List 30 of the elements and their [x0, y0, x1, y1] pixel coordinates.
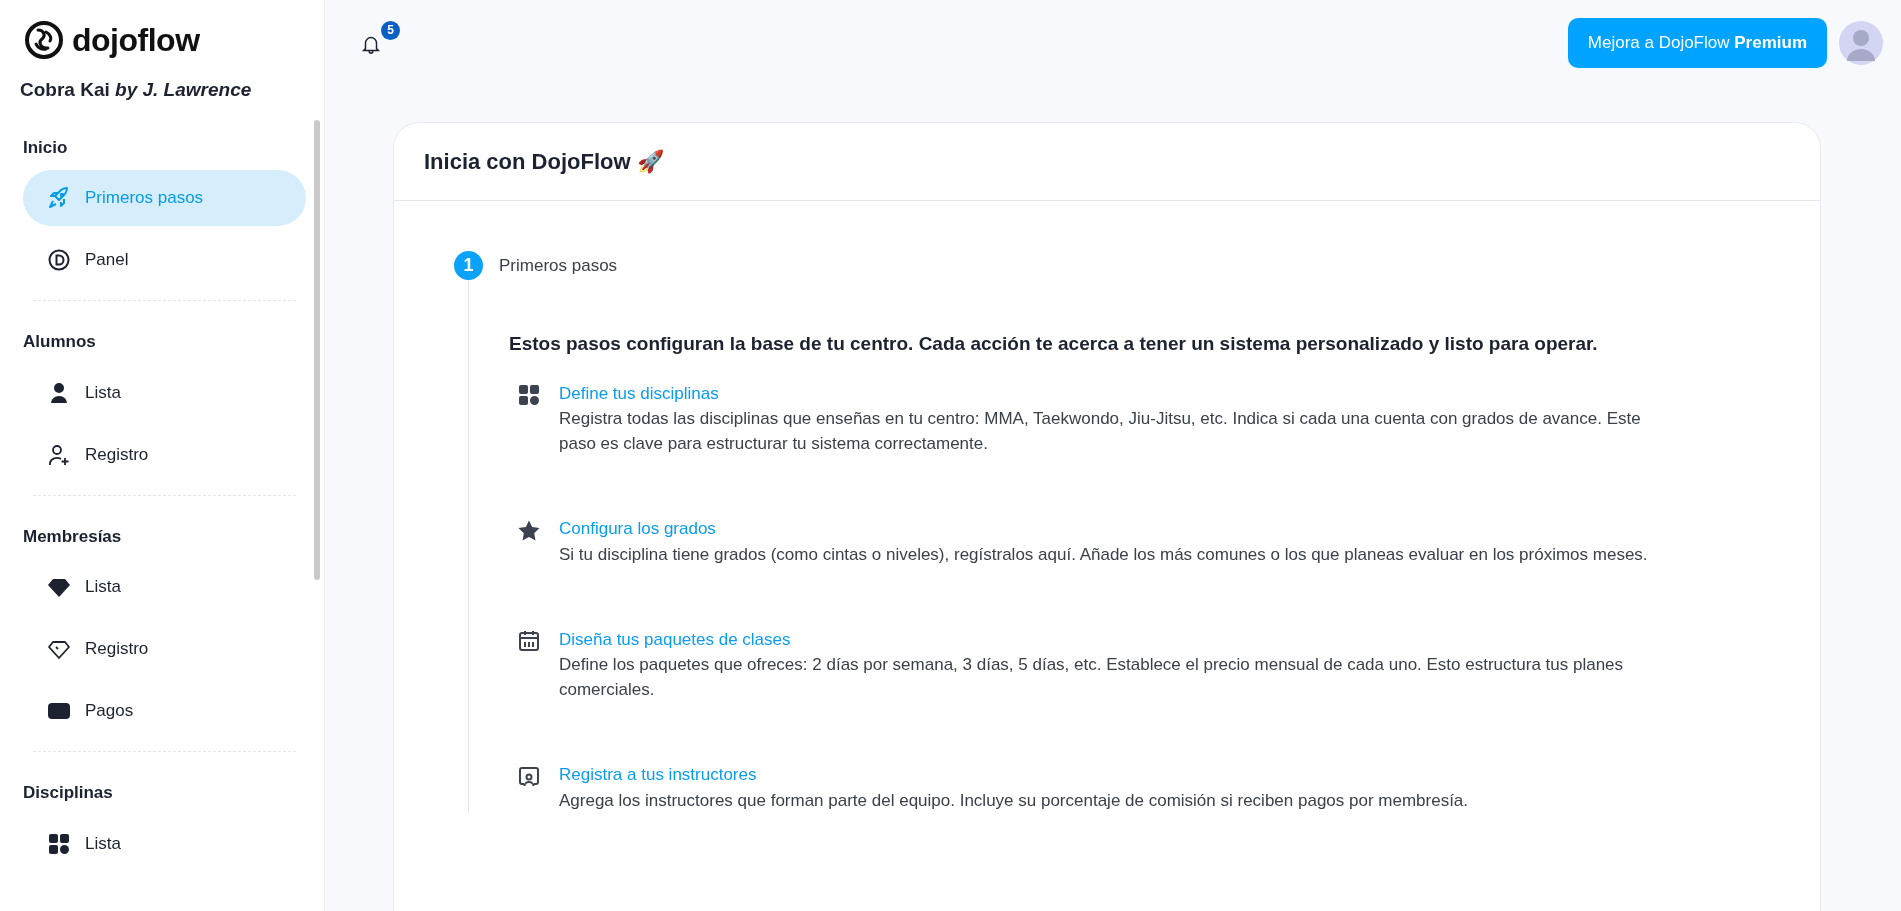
organization-name: Cobra Kai by J. Lawrence: [19, 78, 253, 102]
nav-item[interactable]: Lista: [23, 815, 306, 872]
step-label: Primeros pasos: [499, 254, 618, 277]
brand-name: dojoflow: [72, 21, 200, 60]
card-title: Inicia con DojoFlow 🚀: [394, 123, 1820, 201]
task-description: Si tu disciplina tiene grados (como cintas o niveles), regístralos aquí. Añade los más comunes o los que planeas evaluar en los próximos meses.: [559, 543, 1648, 566]
calendar-icon: [517, 629, 541, 654]
letter-circle-icon: [47, 248, 71, 272]
nav-item[interactable]: Registro: [23, 621, 306, 677]
intro-text: Estos pasos configuran la base de tu centro. Cada acción te acerca a tener un sistema personalizado y listo para operar.: [509, 332, 1599, 356]
nav-item[interactable]: Pagos: [23, 683, 306, 739]
person-plus-icon: [47, 442, 71, 467]
logo-icon: [24, 20, 64, 60]
nav-item[interactable]: Lista: [23, 364, 306, 421]
section-heading: Disciplinas: [23, 782, 114, 804]
nav-item[interactable]: Panel: [23, 232, 306, 288]
grid-icon: [517, 383, 541, 408]
task-description: Agrega los instructores que forman parte del equipo. Incluye su porcentaje de comisión si reciben pagos por membresía.: [559, 789, 1469, 812]
rocket-icon: [47, 186, 71, 210]
nav-item[interactable]: Registro: [23, 426, 306, 483]
step-number: 1: [454, 251, 483, 280]
section-heading: Alumnos: [23, 331, 97, 353]
section-heading: Membresías: [23, 525, 123, 548]
instructor-icon: [517, 764, 541, 789]
notification-count: 5: [381, 20, 400, 40]
nav-item[interactable]: Lista: [23, 559, 306, 615]
grid-icon: [47, 831, 71, 856]
task-description: Registra todas las disciplinas que enseñas en tu centro: MMA, Taekwondo, Jiu-Jitsu, etc. Indica si cada una cuenta con grados de avance. Este paso es clave para estructurar tu sistema correctamente.: [559, 408, 1642, 455]
section-heading: Inicio: [23, 136, 69, 159]
task-description: Define los paquetes que ofreces: 2 días por semana, 3 días, 5 días, etc. Establece el precio mensual de cada uno. Esto estructura tus planes comerciales.: [559, 654, 1625, 701]
